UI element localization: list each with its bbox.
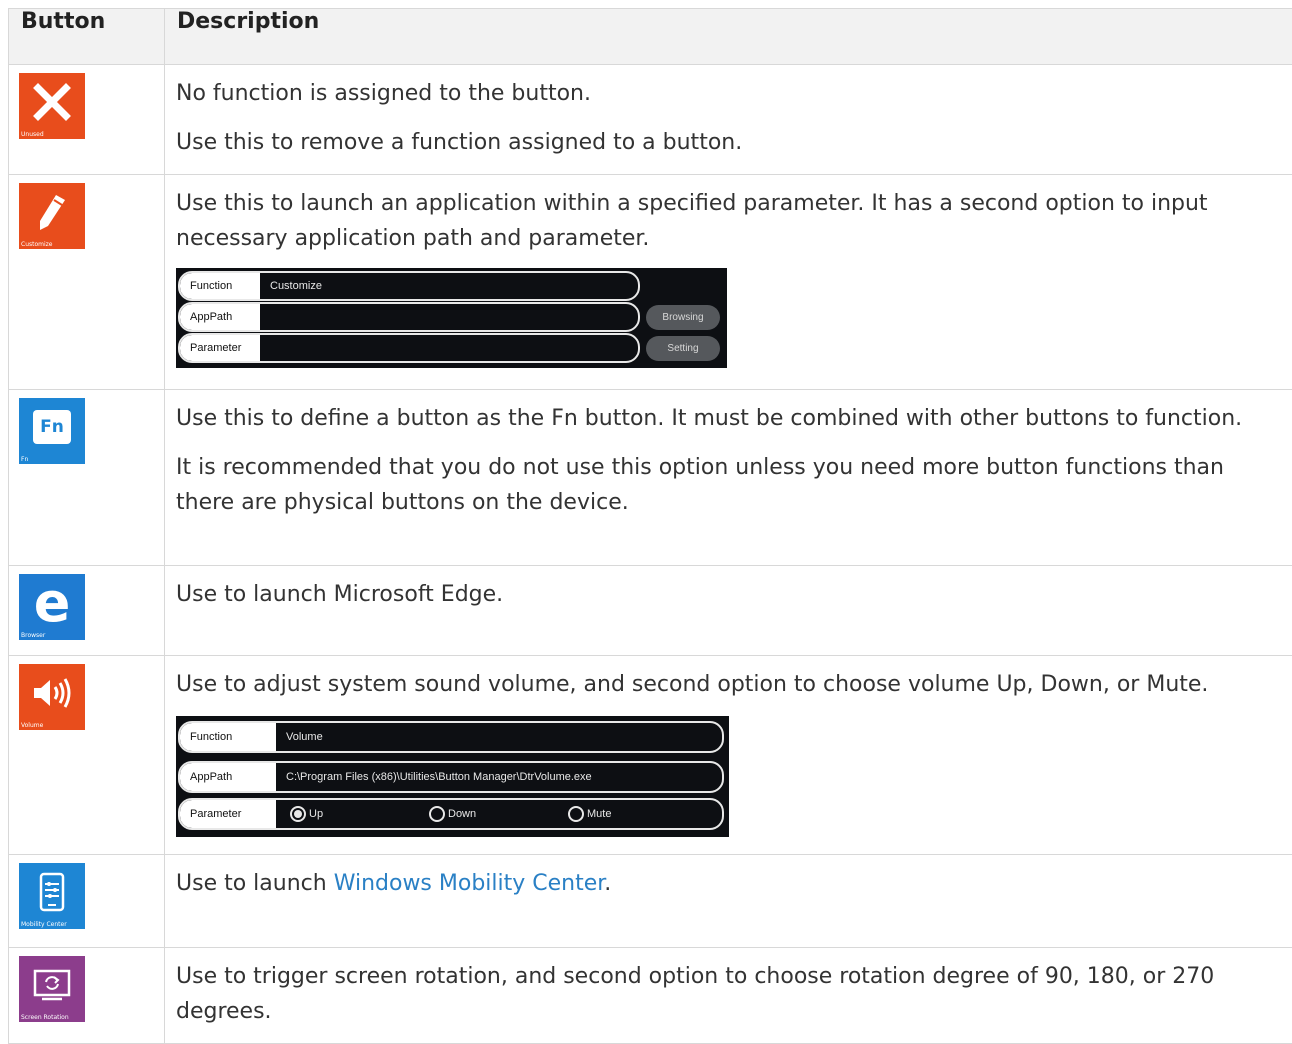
radio-up: Up (290, 798, 429, 830)
mobility-center-icon: Mobility Center (19, 863, 85, 929)
header-button: Button (9, 9, 165, 65)
table-row: Unused No function is assigned to the bu… (9, 65, 1292, 175)
table-row: Volume Use to adjust system sound volume… (9, 656, 1292, 855)
function-row: Function Customize (178, 271, 640, 301)
setting-button: Setting (646, 336, 720, 361)
browsing-button: Browsing (646, 305, 720, 330)
table-row: Screen Rotation Use to trigger screen ro… (9, 948, 1292, 1044)
table-row: Fn Fn Use this to define a button as the… (9, 390, 1292, 566)
apppath-row: AppPath (178, 302, 640, 332)
header-description: Description (165, 9, 1292, 65)
parameter-row: Parameter Up Down Mute (178, 798, 724, 830)
row-description: Use to trigger screen rotation, and seco… (176, 959, 1282, 1029)
table-header-row: Button Description (9, 9, 1292, 65)
unused-icon: Unused (19, 73, 85, 139)
fn-icon: Fn Fn (19, 398, 85, 464)
volume-icon: Volume (19, 664, 85, 730)
screen-rotation-icon: Screen Rotation (19, 956, 85, 1022)
button-function-table: Button Description Unused No function is… (8, 8, 1292, 1044)
row-description: Use to launch Windows Mobility Center. (176, 866, 1282, 901)
volume-settings-screenshot: Function Volume AppPath C:\Program Files… (176, 716, 729, 837)
icon-caption: Screen Rotation (21, 1014, 69, 1021)
apppath-row: AppPath C:\Program Files (x86)\Utilities… (178, 761, 724, 793)
row-description: Use this to define a button as the Fn bu… (176, 401, 1282, 436)
function-row: Function Volume (178, 721, 724, 753)
icon-caption: Fn (21, 456, 28, 463)
row-description: Use to launch Microsoft Edge. (176, 577, 1282, 612)
radio-selected-icon (290, 806, 306, 822)
table-row: Mobility Center Use to launch Windows Mo… (9, 855, 1292, 948)
row-description: Use to adjust system sound volume, and s… (176, 667, 1282, 702)
row-description: Use this to remove a function assigned t… (176, 125, 1282, 160)
row-description: It is recommended that you do not use th… (176, 450, 1282, 520)
table-row: e Browser Use to launch Microsoft Edge. (9, 566, 1292, 656)
icon-caption: Customize (21, 241, 53, 248)
pencil-icon: Customize (19, 183, 85, 249)
parameter-row: Parameter (178, 333, 640, 363)
customize-settings-screenshot: Function Customize AppPath Parameter Bro… (176, 268, 727, 368)
icon-caption: Browser (21, 632, 45, 639)
radio-mute: Mute (568, 798, 611, 830)
row-description: Use this to launch an application within… (176, 186, 1282, 256)
row-description: No function is assigned to the button. (176, 76, 1282, 111)
icon-caption: Mobility Center (21, 921, 67, 928)
edge-browser-icon: e Browser (19, 574, 85, 640)
radio-unselected-icon (429, 806, 445, 822)
windows-mobility-center-link[interactable]: Windows Mobility Center (334, 871, 605, 896)
radio-down: Down (429, 798, 568, 830)
icon-caption: Unused (21, 131, 44, 138)
radio-unselected-icon (568, 806, 584, 822)
table-row: Customize Use this to launch an applicat… (9, 175, 1292, 390)
icon-caption: Volume (21, 722, 43, 729)
